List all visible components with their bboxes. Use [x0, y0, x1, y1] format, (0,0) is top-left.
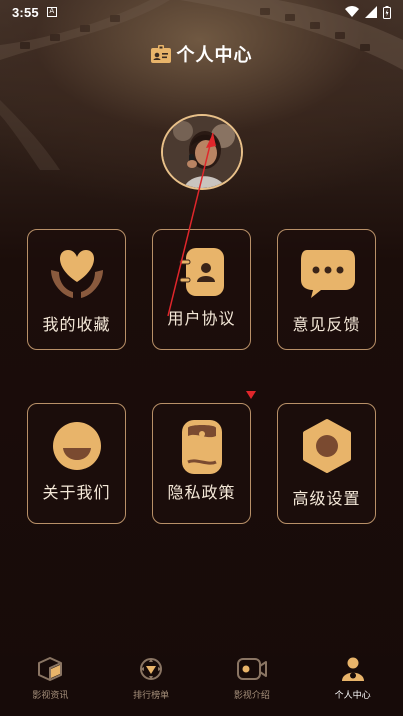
tab-label: 排行榜单: [133, 691, 170, 701]
menu-item-label: 我的收藏: [42, 315, 111, 334]
menu-item-label: 隐私政策: [167, 483, 236, 502]
menu-item-about-us[interactable]: 关于我们: [27, 403, 126, 524]
status-time: 3:55: [12, 4, 39, 20]
chat-bubble-icon: [300, 250, 355, 298]
smile-face-icon: [52, 422, 101, 470]
contact-book-icon: [179, 248, 224, 296]
page-title: 个人中心: [176, 45, 253, 66]
menu-item-label: 用户协议: [167, 309, 236, 328]
page-header: 个人中心: [0, 40, 403, 68]
notification-a-icon: A: [46, 7, 57, 17]
menu-item-feedback[interactable]: 意见反馈: [277, 229, 376, 350]
bottom-tab-bar: 影视资讯 排行榜单 影视介绍 个人中心: [0, 640, 403, 716]
menu-item-privacy-policy[interactable]: 隐私政策: [152, 403, 251, 524]
tab-rankings[interactable]: 排行榜单: [106, 654, 196, 701]
battery-icon: [383, 5, 391, 19]
id-card-icon: [150, 45, 171, 63]
signal-icon: [365, 6, 377, 18]
menu-item-label: 高级设置: [292, 489, 361, 508]
status-icons: [345, 5, 391, 19]
box-icon: [38, 657, 63, 681]
badge-icon: [140, 658, 163, 680]
avatar[interactable]: [161, 114, 243, 190]
tab-profile[interactable]: 个人中心: [308, 654, 398, 701]
menu-item-label: 关于我们: [42, 483, 111, 502]
heart-hands-icon: [50, 250, 103, 298]
tab-label: 影视介绍: [233, 691, 270, 701]
camera-icon: [236, 658, 267, 680]
tab-label: 影视资讯: [32, 691, 69, 701]
wifi-icon: [345, 6, 359, 17]
hex-nut-settings-icon: [302, 419, 351, 473]
document-scroll-icon: [181, 420, 222, 474]
tab-introduction[interactable]: 影视介绍: [207, 654, 297, 701]
menu-item-favorites[interactable]: 我的收藏: [27, 229, 126, 350]
menu-item-label: 意见反馈: [292, 315, 361, 334]
menu-item-advanced-settings[interactable]: 高级设置: [277, 403, 376, 524]
menu-item-user-agreement[interactable]: 用户协议: [152, 229, 251, 350]
status-bar: 3:55 A: [0, 0, 403, 24]
tab-label: 个人中心: [334, 691, 371, 701]
tab-news[interactable]: 影视资讯: [5, 654, 95, 701]
user-icon: [341, 657, 364, 681]
red-marker-arrow: [246, 391, 256, 399]
